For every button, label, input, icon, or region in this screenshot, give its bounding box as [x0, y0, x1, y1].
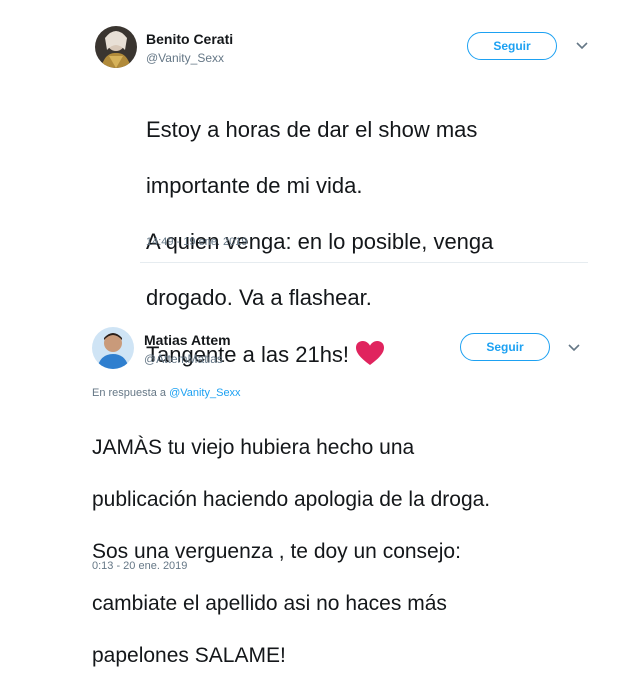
reply-to-link[interactable]: @Vanity_Sexx — [169, 387, 241, 399]
follow-button[interactable]: Seguir — [460, 333, 550, 361]
divider — [140, 262, 588, 263]
tweet-line: publicación haciendo apologia de la drog… — [92, 488, 491, 511]
avatar-image — [92, 327, 134, 369]
tweet-line: JAMÀS tu viejo hubiera hecho una — [92, 436, 415, 459]
tweet-line: Estoy a horas de dar el show mas — [146, 117, 478, 142]
tweet-1: Benito Cerati @Vanity_Sexx Seguir Estoy … — [0, 0, 620, 367]
tweet-text: JAMÀS tu viejo hubiera hecho una publica… — [92, 409, 490, 695]
timestamp[interactable]: 14:49 - 19 ene. 2019 — [146, 236, 248, 248]
author-name[interactable]: Benito Cerati — [146, 31, 233, 47]
reply-context: En respuesta a @Vanity_Sexx — [92, 387, 241, 399]
timestamp[interactable]: 0:13 - 20 ene. 2019 — [92, 560, 187, 572]
tweet-line: cambiate el apellido asi no haces más — [92, 592, 447, 615]
tweet-2: Matias Attem @AttemMatias Seguir En resp… — [0, 270, 620, 667]
chevron-down-icon[interactable] — [575, 41, 589, 51]
avatar[interactable] — [92, 327, 134, 369]
follow-button[interactable]: Seguir — [467, 32, 557, 60]
author-handle[interactable]: @Vanity_Sexx — [146, 51, 224, 65]
author-name[interactable]: Matias Attem — [144, 332, 231, 348]
author-handle[interactable]: @AttemMatias — [144, 352, 223, 366]
reply-prefix: En respuesta a — [92, 387, 166, 399]
tweet-line: papelones SALAME! — [92, 644, 286, 667]
tweet-line: importante de mi vida. — [146, 173, 363, 198]
avatar[interactable] — [95, 26, 137, 68]
chevron-down-icon[interactable] — [567, 343, 581, 353]
avatar-image — [95, 26, 137, 68]
